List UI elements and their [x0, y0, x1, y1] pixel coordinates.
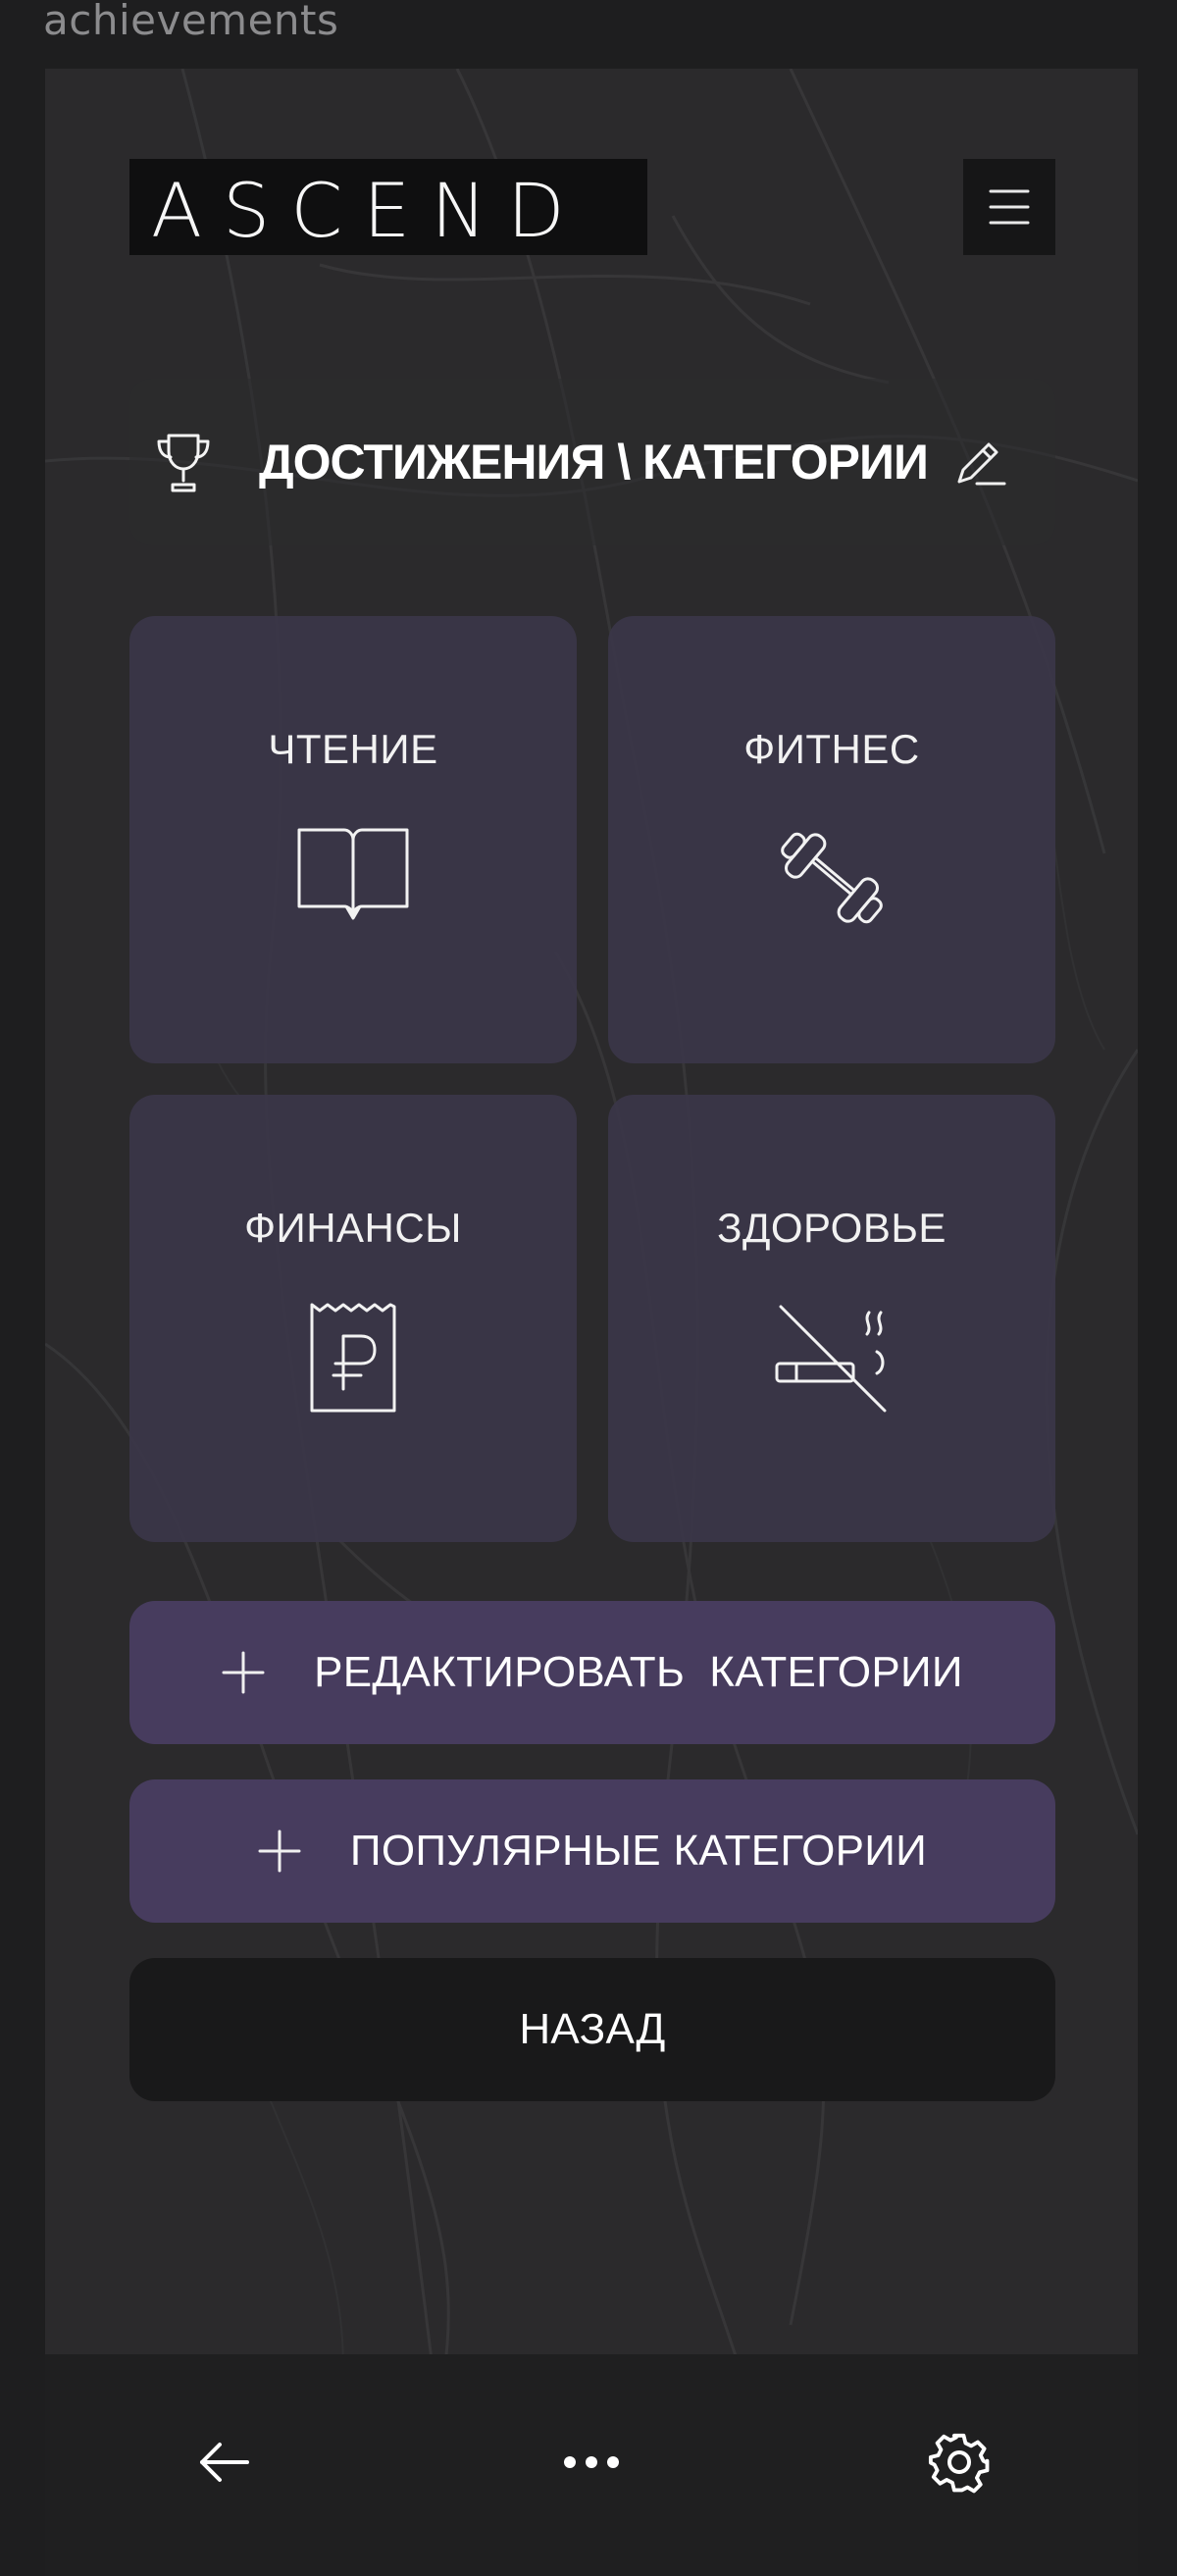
category-tile-reading[interactable]: ЧТЕНИЕ [129, 616, 577, 1063]
gear-icon [928, 2433, 990, 2494]
menu-button[interactable] [963, 159, 1055, 255]
nav-settings-button[interactable] [920, 2423, 998, 2501]
category-tile-finance[interactable]: ФИНАНСЫ [129, 1095, 577, 1542]
pencil-icon[interactable] [951, 435, 1006, 489]
trophy-icon [157, 434, 210, 492]
book-icon [297, 828, 409, 920]
plus-icon [222, 1651, 265, 1694]
category-label: ФИТНЕС [743, 726, 920, 772]
back-button[interactable]: НАЗАД [129, 1958, 1055, 2101]
app-header: ASCEND [129, 159, 1055, 255]
page-title: ДОСТИЖЕНИЯ \ КАТЕГОРИИ [259, 435, 929, 489]
plus-icon [258, 1829, 301, 1873]
category-label: ЧТЕНИЕ [268, 726, 438, 772]
dumbbell-icon [781, 832, 883, 924]
ruble-receipt-icon [310, 1303, 396, 1413]
hamburger-menu-icon [989, 189, 1030, 225]
app-logo: ASCEND [129, 159, 647, 255]
app-screen: ASCEND ДОСТИЖЕНИЯ \ КАТЕГОРИИ ЧТЕНИЕ ФИТ… [45, 69, 1138, 2576]
back-label: НАЗАД [519, 2005, 666, 2053]
bottom-navigation [45, 2354, 1138, 2576]
section-header-card: ДОСТИЖЕНИЯ \ КАТЕГОРИИ [129, 379, 1055, 545]
category-label: ЗДОРОВЬЕ [717, 1205, 947, 1251]
category-tile-fitness[interactable]: ФИТНЕС [608, 616, 1055, 1063]
edit-categories-label: РЕДАКТИРОВАТЬ КАТЕГОРИИ [314, 1648, 963, 1696]
arrow-left-icon [200, 2443, 249, 2482]
popular-categories-label: ПОПУЛЯРНЫЕ КАТЕГОРИИ [349, 1827, 928, 1875]
nav-back-button[interactable] [184, 2423, 263, 2501]
nav-more-button[interactable] [552, 2423, 631, 2501]
popular-categories-button[interactable]: ПОПУЛЯРНЫЕ КАТЕГОРИИ [129, 1779, 1055, 1923]
window-title: achievements [43, 0, 339, 44]
category-tile-health[interactable]: ЗДОРОВЬЕ [608, 1095, 1055, 1542]
category-label: ФИНАНСЫ [244, 1205, 462, 1251]
edit-categories-button[interactable]: РЕДАКТИРОВАТЬ КАТЕГОРИИ [129, 1601, 1055, 1744]
logo-text: ASCEND [151, 167, 586, 254]
more-dots-icon [564, 2456, 619, 2468]
no-smoking-icon [775, 1305, 887, 1413]
